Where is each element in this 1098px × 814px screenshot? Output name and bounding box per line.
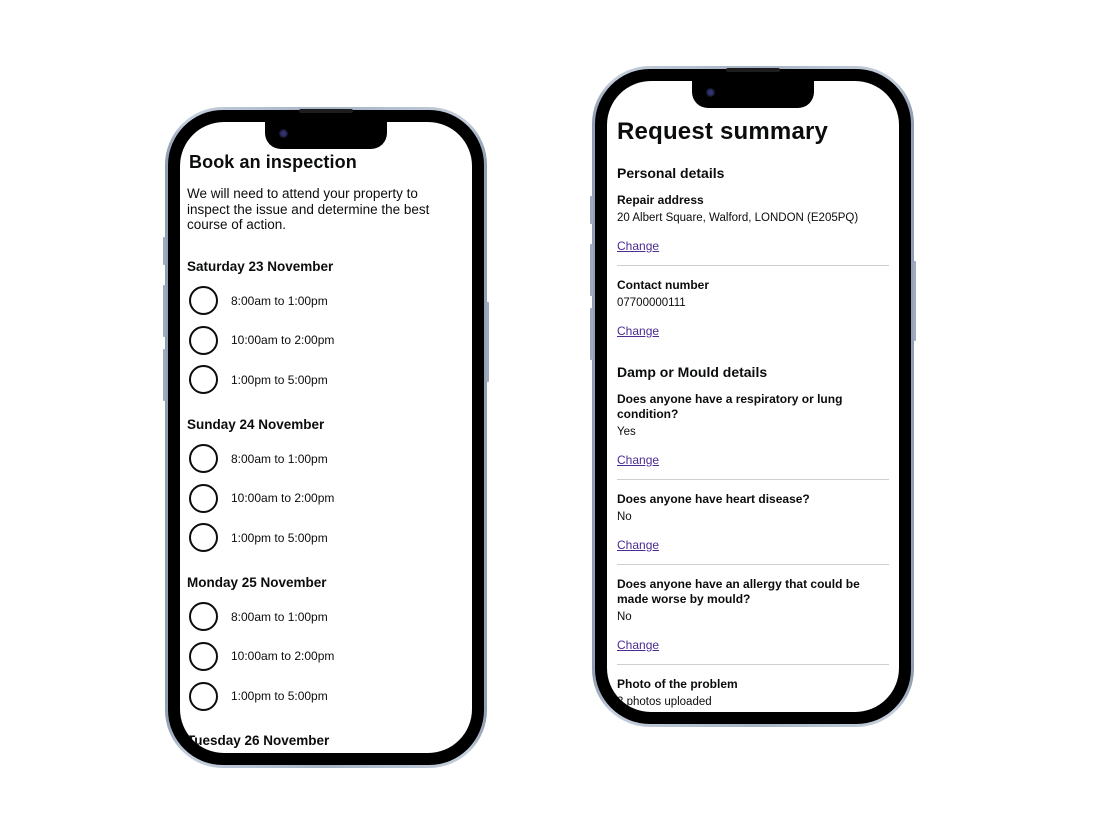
summary-key: Does anyone have a respiratory or lung c… — [617, 392, 843, 421]
power-button — [486, 302, 489, 382]
summary-value: No — [617, 611, 632, 623]
radio-button[interactable] — [189, 483, 218, 513]
time-slot-option[interactable]: 1:00pm to 5:00pm — [187, 681, 462, 711]
phone-booking: Book an inspection We will need to atten… — [163, 107, 489, 768]
summary-section: Personal details Repair address 20 Albert … — [617, 165, 889, 350]
notch — [692, 81, 814, 108]
time-slot-option[interactable]: 8:00am to 1:00pm — [187, 286, 462, 316]
radio-button[interactable] — [189, 602, 218, 632]
time-slot-option[interactable]: 10:00am to 2:00pm — [187, 325, 462, 355]
time-slot-label[interactable]: 1:00pm to 5:00pm — [231, 689, 328, 703]
summary-row: Repair address 20 Albert Square, Walford,… — [617, 193, 889, 266]
summary-section: Damp or Mould details Does anyone have a … — [617, 364, 889, 712]
camera-icon — [706, 88, 715, 97]
silent-switch — [163, 237, 166, 265]
summary-key: Does anyone have an allergy that could b… — [617, 577, 860, 606]
time-slot-label[interactable]: 10:00am to 2:00pm — [231, 649, 334, 663]
time-slot-label[interactable]: 1:00pm to 5:00pm — [231, 373, 328, 387]
summary-key: Repair address — [617, 193, 704, 207]
day-heading: Monday 25 November — [187, 574, 327, 590]
radio-button[interactable] — [189, 681, 218, 711]
phone-summary: Request summary Personal details Repair a… — [590, 66, 916, 727]
time-slot-label[interactable]: 10:00am to 2:00pm — [231, 491, 334, 505]
change-link[interactable]: Change — [617, 638, 659, 652]
summary-row: Contact number 07700000111 Change — [617, 278, 889, 350]
summary-row: Does anyone have heart disease? No Change — [617, 492, 889, 565]
day-heading: Saturday 23 November — [187, 258, 334, 274]
power-button — [913, 261, 916, 341]
time-slot-option[interactable]: 8:00am to 1:00pm — [187, 602, 462, 632]
speaker-grille — [726, 68, 780, 72]
time-slot-label[interactable]: 8:00am to 1:00pm — [231, 452, 328, 466]
summary-key: Does anyone have heart disease? — [617, 492, 810, 506]
volume-up-button — [590, 244, 593, 296]
summary-value: 07700000111 — [617, 297, 686, 309]
day-heading: Sunday 24 November — [187, 416, 325, 432]
day-group: Monday 25 November 8:00am to 1:00pm 10:00a… — [187, 575, 462, 711]
radio-button[interactable] — [189, 286, 218, 315]
section-heading: Damp or Mould details — [617, 364, 768, 380]
summary-key: Contact number — [617, 278, 710, 292]
time-slot-option[interactable]: 1:00pm to 5:00pm — [187, 523, 462, 553]
summary-value: 3 photos uploaded — [617, 696, 712, 708]
radio-button[interactable] — [189, 365, 218, 395]
volume-up-button — [163, 285, 166, 337]
volume-down-button — [590, 308, 593, 360]
days-list: Saturday 23 November 8:00am to 1:00pm 10:0… — [187, 259, 462, 749]
time-slot-label[interactable]: 1:00pm to 5:00pm — [231, 531, 328, 545]
summary-key: Photo of the problem — [617, 677, 738, 691]
page-title: Request summary — [617, 118, 829, 145]
day-group: Saturday 23 November 8:00am to 1:00pm 10:0… — [187, 259, 462, 395]
page-title: Book an inspection — [189, 152, 357, 172]
intro-text: We will need to attend your property to … — [187, 186, 430, 232]
change-link[interactable]: Change — [617, 538, 659, 552]
change-link[interactable]: Change — [617, 453, 659, 467]
day-group: Tuesday 26 November — [187, 733, 462, 748]
summary-screen: Request summary Personal details Repair a… — [607, 81, 899, 712]
volume-down-button — [163, 349, 166, 401]
day-group: Sunday 24 November 8:00am to 1:00pm 10:00a… — [187, 417, 462, 553]
time-slot-label[interactable]: 10:00am to 2:00pm — [231, 333, 334, 347]
radio-button[interactable] — [189, 325, 218, 355]
radio-button[interactable] — [189, 523, 218, 553]
time-slot-option[interactable]: 10:00am to 2:00pm — [187, 483, 462, 513]
summary-value: 20 Albert Square, Walford, LONDON (E205P… — [617, 212, 859, 224]
speaker-grille — [299, 109, 353, 113]
radio-button[interactable] — [189, 444, 218, 474]
booking-screen: Book an inspection We will need to atten… — [180, 122, 472, 753]
time-slot-option[interactable]: 8:00am to 1:00pm — [187, 444, 462, 474]
day-heading: Tuesday 26 November — [187, 733, 330, 749]
time-slot-option[interactable]: 10:00am to 2:00pm — [187, 641, 462, 671]
summary-sections: Personal details Repair address 20 Albert … — [617, 165, 889, 712]
change-link[interactable]: Change — [617, 324, 659, 338]
summary-row: Does anyone have an allergy that could b… — [617, 577, 889, 665]
silent-switch — [590, 196, 593, 224]
time-slot-label[interactable]: 8:00am to 1:00pm — [231, 294, 328, 308]
notch — [265, 122, 387, 149]
change-link[interactable]: Change — [617, 239, 659, 253]
section-heading: Personal details — [617, 165, 725, 181]
summary-row: Photo of the problem3 photos uploadedCha… — [617, 677, 889, 712]
summary-row: Does anyone have a respiratory or lung c… — [617, 392, 889, 480]
radio-button[interactable] — [189, 641, 218, 671]
time-slot-label[interactable]: 8:00am to 1:00pm — [231, 610, 328, 624]
time-slot-option[interactable]: 1:00pm to 5:00pm — [187, 365, 462, 395]
camera-icon — [279, 129, 288, 138]
summary-value: Yes — [617, 426, 636, 438]
summary-value: No — [617, 511, 632, 523]
